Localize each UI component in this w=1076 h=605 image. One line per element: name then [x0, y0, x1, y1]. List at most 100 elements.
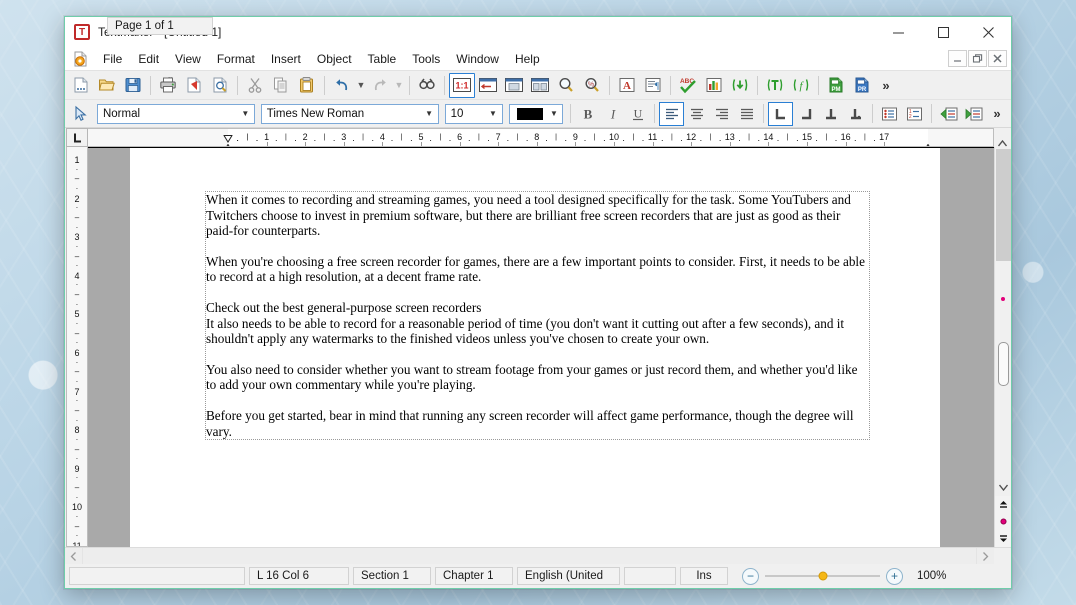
- font-family-combo[interactable]: Times New Roman ▼: [260, 103, 439, 124]
- align-left-button[interactable]: [659, 101, 685, 126]
- document-paragraph[interactable]: Check out the best general-purpose scree…: [206, 300, 869, 316]
- open-document-icon[interactable]: [94, 73, 120, 98]
- horizontal-ruler[interactable]: 1 | · · 2 | · · 3 | · · 4 | · · 5 | · · 6 | · · 7 | · · 8 | · · 9 | · · 10 | ·…: [88, 128, 994, 147]
- menu-item-object[interactable]: Object: [309, 49, 360, 69]
- tab-decimal-button[interactable]: [843, 102, 868, 126]
- chevron-down-icon[interactable]: ▼: [421, 105, 438, 123]
- zoom-100-icon[interactable]: 1:1: [449, 72, 475, 98]
- tab-type-selector[interactable]: [66, 128, 88, 147]
- tab-right-button[interactable]: [793, 102, 818, 126]
- undo-icon[interactable]: [329, 73, 355, 98]
- zoom-slider-knob[interactable]: [818, 571, 827, 581]
- right-indent-marker[interactable]: [924, 139, 933, 146]
- minimize-button[interactable]: [876, 17, 921, 47]
- menu-item-help[interactable]: Help: [507, 49, 548, 69]
- print-icon[interactable]: [155, 73, 181, 98]
- save-document-icon[interactable]: [120, 73, 146, 98]
- print-preview-icon[interactable]: [207, 73, 233, 98]
- new-document-icon[interactable]: [68, 73, 94, 98]
- scroll-left-arrow-icon[interactable]: [65, 548, 82, 564]
- tab-left-button[interactable]: [768, 101, 794, 126]
- menu-item-view[interactable]: View: [167, 49, 209, 69]
- zoom-out-button[interactable]: −: [742, 567, 759, 585]
- two-column-view-icon[interactable]: [527, 73, 553, 98]
- underline-button[interactable]: U: [625, 102, 650, 126]
- chevron-down-icon[interactable]: ▼: [237, 105, 254, 123]
- vertical-scrollbar-handle[interactable]: [998, 342, 1009, 386]
- italic-button[interactable]: I: [600, 102, 625, 126]
- numbered-list-button[interactable]: 1 2: [902, 102, 927, 126]
- insert-mode-cell[interactable]: Ins: [680, 567, 728, 585]
- mdi-restore-button[interactable]: [968, 50, 987, 67]
- zoom-in-button[interactable]: +: [886, 567, 903, 585]
- formula-icon[interactable]: f: [788, 73, 814, 98]
- selection-pointer-icon[interactable]: [68, 101, 94, 126]
- scrollbar-up-cap[interactable]: [994, 128, 1011, 147]
- chart-icon[interactable]: [701, 73, 727, 98]
- horizontal-scrollbar-track[interactable]: [82, 548, 977, 564]
- undo-dropdown-arrow[interactable]: ▼: [355, 73, 367, 98]
- align-justify-button[interactable]: [734, 102, 759, 126]
- chevron-down-icon[interactable]: ▼: [545, 105, 562, 123]
- paragraph-format-icon[interactable]: ¶: [640, 73, 666, 98]
- insert-object-icon[interactable]: [727, 73, 753, 98]
- increase-indent-button[interactable]: [961, 102, 986, 126]
- horizontal-scrollbar[interactable]: [65, 547, 1011, 564]
- menu-item-file[interactable]: File: [95, 49, 130, 69]
- language-cell[interactable]: English (United: [517, 567, 620, 585]
- document-canvas[interactable]: When it comes to recording and streaming…: [88, 147, 994, 547]
- menu-item-tools[interactable]: Tools: [404, 49, 448, 69]
- redo-dropdown-arrow[interactable]: ▼: [393, 73, 405, 98]
- document-paragraph[interactable]: You also need to consider whether you wa…: [206, 362, 869, 393]
- document-paragraph[interactable]: It also needs to be able to record for a…: [206, 316, 869, 347]
- scroll-right-arrow-icon[interactable]: [977, 548, 994, 564]
- chevron-down-icon[interactable]: ▼: [485, 105, 502, 123]
- browse-object-button[interactable]: [995, 513, 1011, 530]
- textmaker-icon[interactable]: [762, 73, 788, 98]
- zoom-percent-icon[interactable]: %: [579, 73, 605, 98]
- search-icon[interactable]: [414, 73, 440, 98]
- mdi-minimize-button[interactable]: [948, 50, 967, 67]
- standard-toolbar-overflow-button[interactable]: »: [875, 73, 897, 98]
- bulleted-list-button[interactable]: [877, 102, 902, 126]
- one-column-view-icon[interactable]: [501, 73, 527, 98]
- next-page-button[interactable]: [995, 530, 1011, 547]
- maximize-button[interactable]: [921, 17, 966, 47]
- document-paragraph[interactable]: Before you get started, bear in mind tha…: [206, 408, 869, 439]
- previous-page-button[interactable]: [995, 496, 1011, 513]
- vertical-scrollbar-thumb[interactable]: [996, 149, 1011, 261]
- spell-check-icon[interactable]: ABC: [675, 73, 701, 98]
- zoom-control[interactable]: − +: [742, 567, 903, 585]
- left-indent-marker[interactable]: [224, 139, 233, 146]
- zoom-in-icon[interactable]: [553, 73, 579, 98]
- vertical-ruler[interactable]: 1 · – · 2 · – · 3 · – · 4 · – · 5 · – · 6 · – · 7 · – · 8 · – · 9 · – · 10 · –…: [66, 147, 88, 547]
- menu-item-edit[interactable]: Edit: [130, 49, 167, 69]
- menu-item-format[interactable]: Format: [209, 49, 263, 69]
- paste-icon[interactable]: [294, 73, 320, 98]
- align-center-button[interactable]: [684, 102, 709, 126]
- align-right-button[interactable]: [709, 102, 734, 126]
- document-paragraph[interactable]: When it comes to recording and streaming…: [206, 192, 869, 239]
- font-size-combo[interactable]: 10 ▼: [444, 103, 503, 124]
- font-color-combo[interactable]: ▼: [508, 103, 564, 124]
- menu-item-insert[interactable]: Insert: [263, 49, 309, 69]
- paragraph-style-combo[interactable]: Normal ▼: [96, 103, 255, 124]
- zoom-slider-track[interactable]: [765, 571, 880, 581]
- scroll-down-arrow-icon[interactable]: [995, 479, 1011, 496]
- document-page[interactable]: When it comes to recording and streaming…: [130, 148, 940, 547]
- menu-item-window[interactable]: Window: [448, 49, 507, 69]
- formatting-toolbar-overflow-button[interactable]: »: [986, 101, 1008, 126]
- planmaker-icon[interactable]: PM: [823, 73, 849, 98]
- redo-icon[interactable]: [367, 73, 393, 98]
- tab-center-button[interactable]: [818, 102, 843, 126]
- export-pdf-icon[interactable]: [181, 73, 207, 98]
- character-format-icon[interactable]: A: [614, 73, 640, 98]
- document-paragraph[interactable]: When you're choosing a free screen recor…: [206, 254, 869, 285]
- copy-icon[interactable]: [268, 73, 294, 98]
- text-frame[interactable]: When it comes to recording and streaming…: [205, 191, 870, 441]
- page-width-icon[interactable]: [475, 73, 501, 98]
- bold-button[interactable]: B: [575, 102, 600, 126]
- menu-item-table[interactable]: Table: [360, 49, 405, 69]
- presentations-icon[interactable]: PR: [849, 73, 875, 98]
- cut-icon[interactable]: [242, 73, 268, 98]
